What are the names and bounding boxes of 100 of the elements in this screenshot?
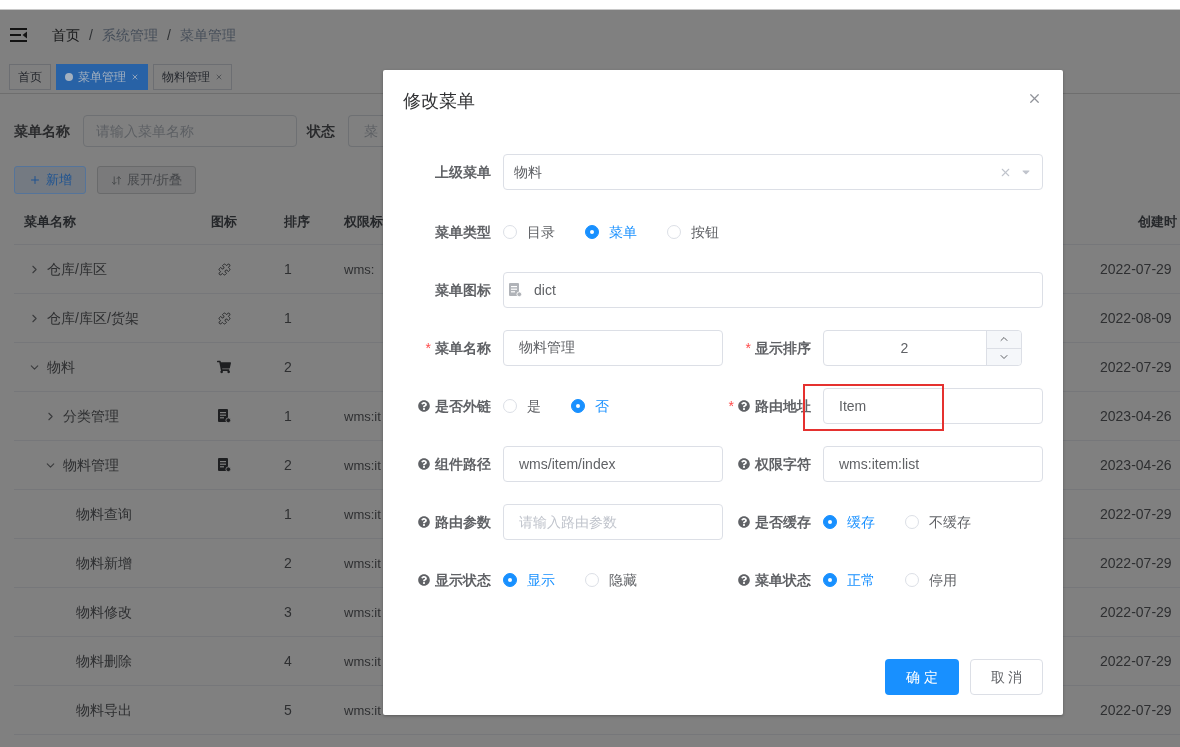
sort-cell: 1: [284, 505, 292, 522]
help-icon[interactable]: [418, 400, 430, 412]
created-time-cell: 2022-07-29: [1100, 260, 1172, 277]
permission-cell: wms:it: [344, 408, 381, 424]
field-label: 组件路径: [435, 454, 491, 474]
permission-cell: wms:: [344, 261, 375, 277]
help-icon[interactable]: [418, 516, 430, 528]
required-mark: *: [745, 338, 751, 358]
help-icon[interactable]: [418, 458, 430, 470]
radio-option[interactable]: 否: [571, 395, 609, 417]
menu-icon[interactable]: [10, 28, 27, 42]
menu-name-cell-text: 仓库/库区: [47, 259, 107, 279]
column-header: 权限标: [344, 213, 383, 229]
permission-cell: wms:it: [344, 702, 381, 718]
created-time-cell: 2022-07-29: [1100, 652, 1172, 669]
text-input[interactable]: wms:item:list: [823, 446, 1043, 482]
menu-name-cell-text: 物料: [47, 357, 75, 377]
menu-name-cell-text: 仓库/库区/货架: [47, 308, 139, 328]
radio-option[interactable]: 菜单: [585, 221, 637, 243]
sort-cell: 1: [284, 407, 292, 424]
required-mark: *: [425, 338, 431, 358]
radio-option[interactable]: 按钮: [667, 221, 719, 243]
text-input[interactable]: Item: [823, 388, 1043, 424]
sort-cell: 2: [284, 554, 292, 571]
close-icon[interactable]: [1027, 91, 1042, 106]
field-label: 是否外链: [435, 396, 491, 416]
radio-option[interactable]: 正常: [823, 569, 875, 591]
sort-cell: 4: [284, 652, 292, 669]
created-time-cell: 2022-07-29: [1100, 554, 1172, 571]
cart-icon: [217, 360, 231, 374]
dialog-title: 修改菜单: [403, 90, 475, 113]
created-time-cell: 2022-07-29: [1100, 603, 1172, 620]
column-header: 排序: [283, 212, 311, 231]
radio-option[interactable]: 停用: [905, 569, 957, 591]
sort-cell: 1: [284, 260, 292, 277]
field-label: 菜单类型: [435, 222, 491, 242]
puzzle-icon: [217, 262, 231, 276]
radio-option[interactable]: 缓存: [823, 511, 875, 533]
field-label: 菜单图标: [435, 280, 491, 300]
text-input[interactable]: 物料管理: [503, 330, 723, 366]
created-time-cell: 2023-04-26: [1100, 407, 1172, 424]
field-label: 权限字符: [755, 454, 811, 474]
help-icon[interactable]: [738, 458, 750, 470]
column-header: 创建时: [1138, 213, 1177, 229]
field-label: 上级菜单: [435, 162, 491, 182]
help-icon[interactable]: [738, 516, 750, 528]
sort-cell: 2: [284, 358, 292, 375]
select-field[interactable]: 物料: [503, 154, 1043, 190]
field-label: 菜单名称: [435, 338, 491, 358]
help-icon[interactable]: [738, 400, 750, 412]
field-label: 是否缓存: [755, 512, 811, 532]
breadcrumb-link[interactable]: 首页: [52, 24, 80, 46]
permission-cell: wms:it: [344, 555, 381, 571]
menu-name-cell-text: 物料查询: [76, 504, 132, 524]
close-icon[interactable]: [131, 72, 139, 81]
tab[interactable]: 物料管理: [153, 63, 232, 90]
sort-cell: 1: [284, 309, 292, 326]
text-input[interactable]: wms/item/index: [503, 446, 723, 482]
column-header: 图标: [211, 212, 237, 231]
cancel-button[interactable]: 取 消: [970, 659, 1043, 695]
created-time-cell: 2022-07-29: [1100, 701, 1172, 718]
document-icon: [509, 283, 522, 297]
menu-name-cell-text: 物料新增: [76, 553, 132, 573]
plus-icon: [28, 174, 41, 186]
field-label: 显示排序: [755, 338, 811, 358]
search-label: 状态: [307, 121, 335, 141]
column-header: 菜单名称: [23, 212, 77, 231]
required-mark: *: [728, 396, 734, 416]
radio-option[interactable]: 隐藏: [585, 569, 637, 591]
permission-cell: wms:it: [344, 457, 381, 473]
search-label: 菜单名称: [14, 121, 70, 141]
field-label: 菜单状态: [755, 570, 811, 590]
breadcrumb-separator: /: [166, 25, 171, 45]
field-label: 路由参数: [435, 512, 491, 532]
created-time-cell: 2022-08-09: [1100, 309, 1172, 326]
radio-option[interactable]: 显示: [503, 569, 555, 591]
menu-name-cell-text: 物料修改: [76, 602, 132, 622]
field-label: 显示状态: [435, 570, 491, 590]
document-icon: [217, 458, 231, 472]
tab[interactable]: 首页: [9, 63, 51, 90]
sort-icon: [110, 174, 122, 186]
permission-cell: wms:it: [344, 653, 381, 669]
text-input[interactable]: dict: [503, 272, 1043, 308]
help-icon[interactable]: [738, 574, 750, 586]
close-icon[interactable]: [215, 72, 223, 81]
permission-cell: wms:it: [344, 506, 381, 522]
menu-name-cell-text: 物料导出: [76, 700, 132, 720]
text-input[interactable]: 请输入路由参数: [503, 504, 723, 540]
radio-option[interactable]: 是: [503, 395, 541, 417]
document-icon: [217, 409, 231, 423]
help-icon[interactable]: [418, 574, 430, 586]
menu-name-cell-text: 物料删除: [76, 651, 132, 671]
sort-cell: 5: [284, 701, 292, 718]
breadcrumb-separator: /: [89, 25, 93, 45]
created-time-cell: 2022-07-29: [1100, 358, 1172, 375]
puzzle-icon: [217, 311, 231, 325]
menu-name-cell-text: 物料管理: [63, 455, 119, 475]
radio-option[interactable]: 不缓存: [905, 511, 971, 533]
confirm-button[interactable]: 确 定: [885, 659, 959, 695]
radio-option[interactable]: 目录: [503, 221, 555, 243]
